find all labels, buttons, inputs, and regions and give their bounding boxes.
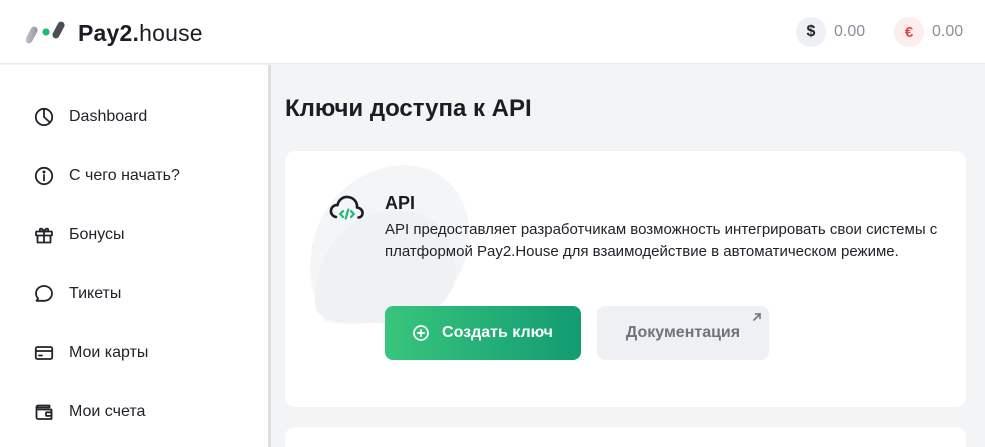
sidebar-item-tickets[interactable]: Тикеты: [33, 282, 121, 306]
brand-name-light: house: [139, 19, 203, 46]
api-card-description: API предоставляет разработчикам возможно…: [385, 221, 938, 260]
balance-eur[interactable]: € 0.00: [894, 17, 963, 47]
brand-logo[interactable]: Pay2. house: [25, 20, 203, 47]
create-key-button[interactable]: Создать ключ: [385, 306, 581, 360]
sidebar: Dashboard С чего начать? Бонусы Тикеты М…: [0, 65, 268, 447]
sidebar-item-my-cards[interactable]: Мои карты: [33, 341, 148, 365]
top-bar: Pay2. house $ 0.00 € 0.00: [0, 0, 985, 64]
pie-chart-icon: [33, 106, 55, 128]
balance-usd-amount: 0.00: [834, 23, 866, 40]
sidebar-item-label: Бонусы: [69, 226, 125, 243]
sidebar-item-label: Мои карты: [69, 344, 149, 361]
sidebar-item-label: Тикеты: [69, 285, 122, 302]
sidebar-item-my-accounts[interactable]: Мои счета: [33, 400, 145, 424]
balance-usd[interactable]: $ 0.00: [796, 17, 865, 47]
card-decoration: [310, 165, 470, 324]
dollar-icon: $: [796, 17, 826, 47]
card-icon: [33, 342, 55, 364]
create-key-button-label: Создать ключ: [442, 324, 553, 341]
euro-icon: €: [894, 17, 924, 47]
sidebar-item-label: Dashboard: [69, 108, 148, 125]
plus-circle-icon: [413, 325, 429, 341]
api-card: API API предоставляет разработчикам возм…: [285, 151, 966, 407]
info-icon: [33, 165, 55, 187]
external-link-icon: [753, 313, 761, 321]
logo-mark-icon: [25, 20, 66, 46]
documentation-button-label: Документация: [625, 324, 741, 341]
gift-icon: [33, 224, 55, 246]
sidebar-item-label: С чего начать?: [69, 167, 180, 184]
brand-name: Pay2. house: [78, 20, 203, 47]
sidebar-scrollbar[interactable]: [268, 65, 271, 447]
documentation-button[interactable]: Документация: [597, 306, 769, 360]
wallet-icon: [33, 401, 55, 423]
secondary-card: [285, 427, 966, 447]
cloud-code-icon: [327, 189, 367, 229]
brand-name-bold: Pay2.: [78, 19, 140, 46]
sidebar-item-label: Мои счета: [69, 403, 146, 420]
api-card-title: API: [385, 193, 416, 213]
chat-bubble-icon: [33, 283, 55, 305]
sidebar-item-dashboard[interactable]: Dashboard: [33, 105, 147, 129]
sidebar-item-getting-started[interactable]: С чего начать?: [33, 164, 180, 188]
sidebar-item-bonuses[interactable]: Бонусы: [33, 223, 125, 247]
balance-eur-amount: 0.00: [932, 23, 964, 40]
page-title: Ключи доступа к API: [285, 95, 532, 122]
